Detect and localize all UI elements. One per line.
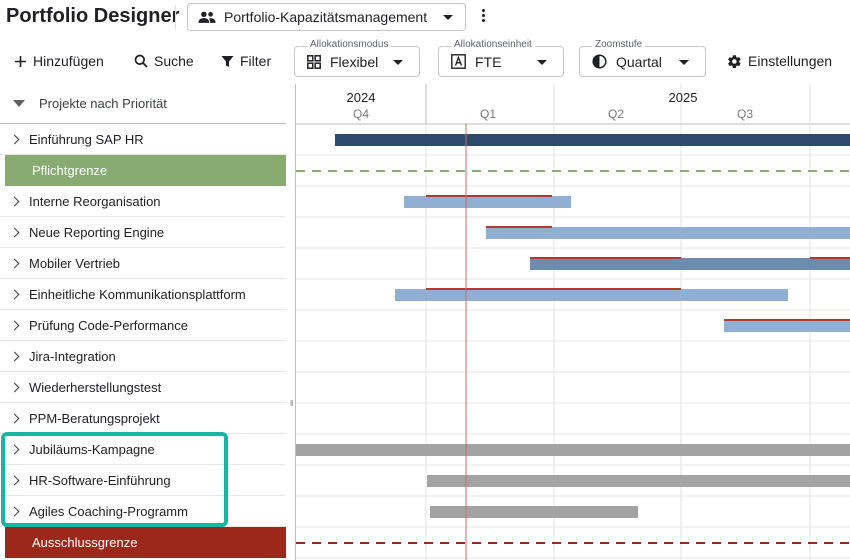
quarter-label: Q2 (608, 107, 624, 121)
quarter-label: Q1 (480, 107, 496, 121)
gantt-canvas: 2024 2025 Q4 Q1 Q2 Q3 (296, 84, 850, 560)
chevron-right-icon[interactable] (9, 258, 20, 268)
gantt-bar (486, 227, 850, 239)
filter-icon (221, 55, 234, 67)
chevron-down-icon (537, 60, 547, 65)
filter-button-label: Filter (240, 53, 272, 69)
gear-icon (728, 54, 741, 68)
project-list-header-label: Projekte nach Priorität (39, 96, 167, 111)
settings-button[interactable]: Einstellungen (727, 50, 832, 72)
project-row[interactable]: Prüfung Code-Performance (0, 310, 286, 341)
top-bar: Portfolio Designer Portfolio-Kapazitätsm… (0, 0, 850, 36)
row-label: Einheitliche Kommunikationsplattform (29, 286, 246, 302)
chevron-right-icon[interactable] (9, 382, 20, 392)
chevron-right-icon[interactable] (9, 444, 20, 454)
project-list: Einführung SAP HR Pflichtgrenze Interne Re… (0, 124, 286, 558)
zoom-label: Zoomstufe (592, 39, 646, 51)
row-label: Mobiler Vertrieb (29, 255, 121, 271)
project-row[interactable]: Einführung SAP HR (0, 124, 286, 155)
toolbar: Hinzufügen Suche Filter Allokationsmodus… (0, 36, 850, 84)
chevron-down-icon (679, 60, 689, 65)
alloc-mode-select[interactable]: Allokationsmodus Flexibel (294, 39, 420, 77)
portfolio-select[interactable]: Portfolio-Kapazitätsmanagement (187, 3, 466, 31)
chevron-right-icon[interactable] (9, 413, 20, 423)
alloc-mode-label: Allokationsmodus (307, 39, 392, 51)
project-row[interactable]: Wiederherstellungstest (0, 372, 286, 403)
chevron-down-icon (443, 15, 453, 20)
row-label: Ausschlussgrenze (32, 535, 138, 550)
quarter-label: Q3 (737, 107, 753, 121)
year-label: 2025 (669, 90, 698, 105)
title-divider (175, 5, 176, 29)
project-row[interactable]: Mobiler Vertrieb (0, 248, 286, 279)
zoom-value: Quartal (616, 53, 662, 70)
alloc-unit-value: FTE (475, 53, 502, 70)
search-button[interactable]: Suche (134, 50, 194, 72)
project-row[interactable]: PPM-Beratungsprojekt (0, 403, 286, 434)
gantt-bar (296, 444, 850, 456)
row-label: Neue Reporting Engine (29, 224, 165, 240)
project-row[interactable]: HR-Software-Einführung (0, 465, 286, 496)
project-row[interactable]: Agiles Coaching-Programm (0, 496, 286, 527)
add-button[interactable]: Hinzufügen (14, 50, 104, 72)
gantt-chart: 2024 2025 Q4 Q1 Q2 Q3 (296, 84, 850, 560)
gantt-bar (530, 258, 850, 270)
gantt-bar (430, 506, 638, 518)
project-row[interactable]: Neue Reporting Engine (0, 217, 286, 248)
row-label: Wiederherstellungstest (29, 379, 162, 395)
chevron-down-icon (393, 60, 403, 65)
alloc-mode-value: Flexibel (330, 53, 379, 70)
gantt-bar (395, 289, 788, 301)
portfolio-select-value: Portfolio-Kapazitätsmanagement (224, 9, 428, 25)
chevron-right-icon[interactable] (9, 227, 20, 237)
project-row[interactable]: Jubiläums-Kampagne (0, 434, 286, 465)
grid-icon (307, 54, 321, 69)
zoom-select[interactable]: Zoomstufe Quartal (579, 39, 706, 77)
row-label: HR-Software-Einführung (29, 472, 171, 488)
alloc-unit-label: Allokationseinheit (451, 39, 535, 51)
project-row[interactable]: Interne Reorganisation (0, 186, 286, 217)
chevron-right-icon[interactable] (9, 351, 20, 361)
row-label: Einführung SAP HR (29, 131, 144, 147)
chevron-right-icon[interactable] (9, 506, 20, 516)
search-icon (134, 54, 148, 68)
row-label: Agiles Coaching-Programm (29, 503, 188, 519)
chevron-right-icon[interactable] (9, 196, 20, 206)
more-vert-icon[interactable] (474, 7, 492, 27)
gantt-bar (427, 475, 850, 487)
collapse-triangle-icon[interactable] (13, 100, 25, 107)
row-label: PPM-Beratungsprojekt (29, 410, 160, 426)
plus-icon (15, 55, 26, 67)
mandatory-limit-band[interactable]: Pflichtgrenze (5, 155, 286, 186)
chevron-right-icon[interactable] (9, 289, 20, 299)
exclusion-limit-band[interactable]: Ausschlussgrenze (5, 527, 286, 558)
unit-icon (451, 54, 466, 69)
gantt-bar (335, 134, 850, 146)
row-label: Pflichtgrenze (32, 163, 108, 178)
chevron-right-icon[interactable] (9, 475, 20, 485)
chevron-right-icon[interactable] (9, 134, 20, 144)
row-label: Jira-Integration (29, 348, 116, 364)
drag-handle-icon[interactable]: ‖ (290, 400, 293, 408)
row-label: Prüfung Code-Performance (29, 317, 188, 333)
search-button-label: Suche (154, 53, 194, 69)
gantt-bar (404, 196, 571, 208)
alloc-unit-select[interactable]: Allokationseinheit FTE (438, 39, 564, 77)
gantt-bar (724, 320, 850, 332)
quarter-label: Q4 (353, 107, 369, 121)
settings-button-label: Einstellungen (748, 53, 833, 69)
people-icon (198, 11, 216, 23)
chevron-right-icon[interactable] (9, 320, 20, 330)
project-row[interactable]: Einheitliche Kommunikationsplattform (0, 279, 286, 310)
row-label: Interne Reorganisation (29, 193, 161, 209)
project-row[interactable]: Jira-Integration (0, 341, 286, 372)
row-label: Jubiläums-Kampagne (29, 441, 155, 457)
project-list-header: Projekte nach Priorität (0, 84, 286, 124)
add-button-label: Hinzufügen (33, 53, 104, 69)
app-title: Portfolio Designer (6, 5, 180, 27)
year-label: 2024 (347, 90, 376, 105)
filter-button[interactable]: Filter (221, 50, 271, 72)
contrast-icon (592, 54, 607, 69)
